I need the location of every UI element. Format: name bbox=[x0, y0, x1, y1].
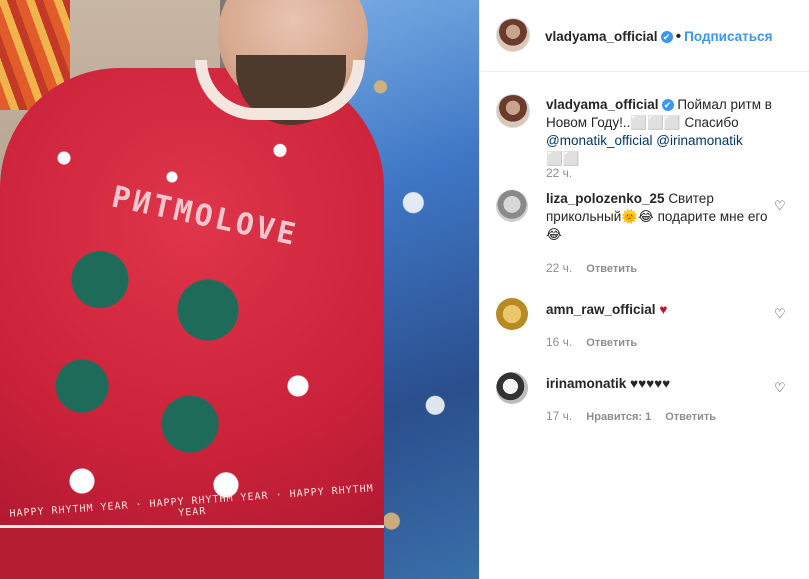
comment-emoji-2: 😂 bbox=[546, 227, 562, 242]
mention-irinamonatik[interactable]: @irinamonatik bbox=[656, 133, 742, 148]
caption-author-avatar[interactable] bbox=[496, 94, 530, 128]
comment-item: amn_raw_official ♥ ♡ 16 ч. Ответить bbox=[480, 298, 809, 358]
comment-text: amn_raw_official ♥ bbox=[546, 301, 776, 319]
verified-badge-icon: ✔ bbox=[660, 30, 673, 43]
post-side-panel: vladyama_official ✔ • Подписаться vladyama_… bbox=[479, 0, 809, 579]
caption-timestamp[interactable]: 22 ч. bbox=[546, 166, 572, 180]
caption-meta: 22 ч. bbox=[546, 166, 572, 180]
like-comment-icon[interactable]: ♡ bbox=[774, 381, 786, 394]
comment-timestamp[interactable]: 17 ч. bbox=[546, 409, 572, 423]
separator-dot: • bbox=[675, 28, 682, 45]
caption-emoji: ⬜⬜ bbox=[546, 151, 580, 166]
author-username[interactable]: vladyama_official bbox=[545, 29, 658, 44]
reply-button[interactable]: Ответить bbox=[586, 337, 637, 349]
caption: vladyama_official ✔ Поймал ритм в Новом Г… bbox=[480, 92, 809, 188]
caption-username[interactable]: vladyama_official bbox=[546, 97, 659, 112]
reply-button[interactable]: Ответить bbox=[586, 263, 637, 275]
comment-item: liza_polozenko_25 Свитер прикольный🌞😂 по… bbox=[480, 188, 809, 282]
comment-text: liza_polozenko_25 Свитер прикольный🌞😂 по… bbox=[546, 190, 776, 244]
commenter-username[interactable]: amn_raw_official bbox=[546, 302, 656, 317]
commenter-avatar[interactable] bbox=[496, 372, 528, 404]
commenter-username[interactable]: irinamonatik bbox=[546, 376, 626, 391]
comment-meta: 16 ч. Ответить bbox=[546, 335, 637, 349]
comment-item: irinamonatik ♥♥♥♥♥ ♡ 17 ч. Нравится: 1 Отв… bbox=[480, 372, 809, 432]
post-header: vladyama_official ✔ • Подписаться bbox=[480, 0, 809, 72]
comment-likes-count[interactable]: Нравится: 1 bbox=[586, 411, 651, 423]
comment-body-part2: подарите мне его bbox=[653, 209, 768, 224]
comment-meta: 17 ч. Нравится: 1 Ответить bbox=[546, 409, 716, 423]
reply-button[interactable]: Ответить bbox=[665, 411, 716, 423]
follow-button[interactable]: Подписаться bbox=[684, 29, 772, 44]
sweater-pattern bbox=[10, 120, 370, 500]
commenter-username[interactable]: liza_polozenko_25 bbox=[546, 191, 665, 206]
caption-text: vladyama_official ✔ Поймал ритм в Новом Г… bbox=[546, 96, 776, 168]
like-comment-icon[interactable]: ♡ bbox=[774, 307, 786, 320]
comment-timestamp[interactable]: 16 ч. bbox=[546, 335, 572, 349]
post-media[interactable]: PИTMOLOVE HAPPY RHYTHM YEAR · HAPPY RHYT… bbox=[0, 0, 479, 579]
black-hearts-icon: ♥♥♥♥♥ bbox=[630, 376, 671, 391]
comment-emoji-1: 🌞😂 bbox=[621, 209, 654, 224]
mention-monatik[interactable]: @monatik_official bbox=[546, 133, 653, 148]
author-avatar[interactable] bbox=[496, 18, 530, 52]
sweater-hem bbox=[0, 525, 384, 579]
like-comment-icon[interactable]: ♡ bbox=[774, 199, 786, 212]
commenter-avatar[interactable] bbox=[496, 190, 528, 222]
red-heart-icon: ♥ bbox=[659, 302, 668, 317]
comment-text: irinamonatik ♥♥♥♥♥ bbox=[546, 375, 776, 393]
commenter-avatar[interactable] bbox=[496, 298, 528, 330]
comment-meta: 22 ч. Ответить bbox=[546, 261, 637, 275]
comment-timestamp[interactable]: 22 ч. bbox=[546, 261, 572, 275]
verified-badge-icon: ✔ bbox=[661, 99, 674, 112]
